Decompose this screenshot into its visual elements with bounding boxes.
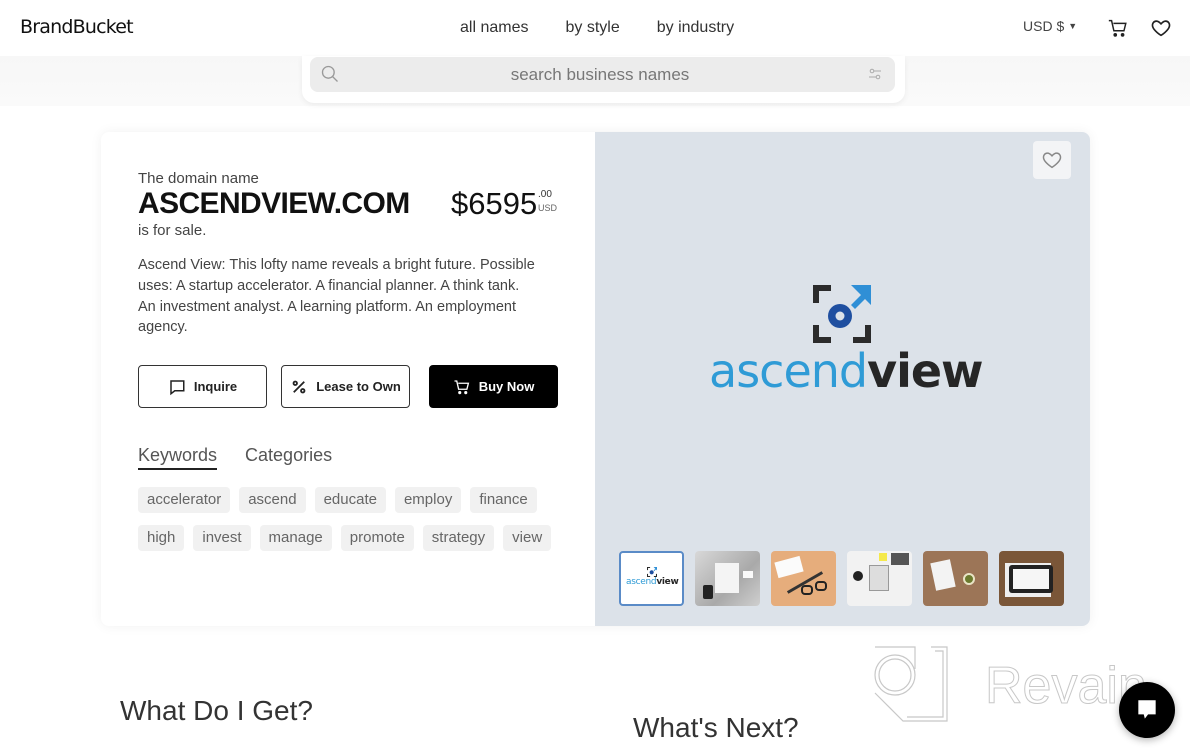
- live-chat-button[interactable]: [1119, 682, 1175, 738]
- price-cents: .00: [538, 189, 552, 200]
- paper-shape: [715, 563, 739, 593]
- keyword-tag[interactable]: high: [138, 525, 185, 551]
- thumbnail-mockup-notebook[interactable]: [847, 551, 912, 606]
- thumbnail-strip: ascendview: [619, 551, 1064, 606]
- for-sale-text: is for sale.: [138, 222, 207, 239]
- thumbnail-mockup-tablet[interactable]: [999, 551, 1064, 606]
- price-currency: USD: [538, 203, 558, 213]
- keyword-tag[interactable]: finance: [470, 487, 537, 513]
- tab-categories[interactable]: Categories: [245, 445, 332, 470]
- cart-icon: [454, 379, 469, 394]
- intro-text: The domain name: [138, 170, 259, 187]
- glasses-shape: [815, 581, 827, 591]
- phone-shape: [703, 585, 713, 599]
- chat-bubble-icon: [170, 379, 185, 395]
- nav-by-industry[interactable]: by industry: [657, 19, 734, 37]
- brand-logo[interactable]: BrandBucket: [20, 16, 134, 38]
- heart-outline-icon: [1042, 152, 1062, 169]
- revain-logo-icon: [874, 646, 948, 722]
- mini-logo-mark: [647, 567, 657, 577]
- top-navbar: BrandBucket all names by style by indust…: [0, 0, 1190, 56]
- chat-icon: [1138, 700, 1156, 719]
- thumbnail-logo[interactable]: ascendview: [619, 551, 684, 606]
- heart-icon[interactable]: [1150, 17, 1172, 39]
- thumbnail-mockup-coffee[interactable]: [923, 551, 988, 606]
- percent-icon: [292, 380, 306, 393]
- nav-by-style[interactable]: by style: [565, 19, 619, 37]
- search-icon: [321, 65, 338, 82]
- coffee-cup-shape: [963, 573, 975, 585]
- paper-shape: [930, 559, 956, 591]
- search-input[interactable]: [350, 57, 850, 92]
- keyword-tag[interactable]: ascend: [239, 487, 306, 513]
- inquire-button[interactable]: Inquire: [138, 365, 267, 408]
- keyword-tag[interactable]: promote: [340, 525, 414, 551]
- card-shape: [743, 571, 753, 578]
- tab-keywords[interactable]: Keywords: [138, 445, 218, 470]
- main-nav: all names by style by industry: [460, 19, 734, 37]
- currency-label: USD $: [1023, 18, 1065, 34]
- currency-selector[interactable]: USD $ ▼: [1023, 18, 1077, 34]
- tablet-screen: [1013, 569, 1049, 589]
- cup-shape: [853, 571, 863, 581]
- inquire-label: Inquire: [193, 379, 238, 394]
- price-amount: $6595: [451, 186, 538, 221]
- logo-preview-panel: ascendview ascendview: [595, 132, 1090, 626]
- thumbnail-mockup-glasses[interactable]: [771, 551, 836, 606]
- lease-to-own-button[interactable]: Lease to Own: [281, 365, 410, 408]
- thumbnail-mockup-desk[interactable]: [695, 551, 760, 606]
- keyword-tag[interactable]: educate: [314, 487, 386, 513]
- keyword-tag[interactable]: strategy: [422, 525, 495, 551]
- buy-now-button[interactable]: Buy Now: [429, 365, 558, 408]
- keyword-tag[interactable]: invest: [193, 525, 251, 551]
- ascendview-logo-mark: [813, 285, 871, 343]
- caret-down-icon: ▼: [1068, 21, 1078, 31]
- domain-name: ASCENDVIEW.COM: [138, 187, 410, 220]
- keyword-tag[interactable]: view: [503, 525, 552, 551]
- section-heading-what-do-i-get: What Do I Get?: [120, 695, 313, 726]
- listing-card: The domain name ASCENDVIEW.COM $6595 .00…: [101, 132, 1090, 626]
- mini-logo-text: ascendview: [626, 577, 679, 587]
- card-shape: [774, 555, 804, 579]
- favorite-button[interactable]: [1033, 141, 1071, 179]
- listing-details: The domain name ASCENDVIEW.COM $6595 .00…: [101, 132, 595, 626]
- keyword-tag[interactable]: accelerator: [138, 487, 231, 513]
- glasses-shape: [801, 585, 813, 595]
- ascendview-logo-text: ascendview: [709, 344, 984, 398]
- filter-sliders-icon[interactable]: [868, 67, 882, 81]
- nav-all-names[interactable]: all names: [460, 19, 528, 37]
- note-shape: [879, 553, 887, 561]
- search-bar: [310, 57, 895, 92]
- cart-icon[interactable]: [1107, 17, 1129, 39]
- buy-now-label: Buy Now: [478, 379, 535, 394]
- keyword-tag[interactable]: manage: [259, 525, 332, 551]
- section-heading-whats-next: What's Next?: [633, 712, 799, 743]
- keyboard-shape: [891, 553, 909, 565]
- info-tabs: Keywords Categories: [138, 445, 332, 470]
- domain-description: Ascend View: This lofty name reveals a b…: [138, 257, 535, 336]
- keyword-tags: accelerator ascend educate employ financ…: [138, 487, 568, 551]
- lease-label: Lease to Own: [316, 379, 401, 394]
- notebook-shape: [869, 565, 889, 591]
- keyword-tag[interactable]: employ: [394, 487, 462, 513]
